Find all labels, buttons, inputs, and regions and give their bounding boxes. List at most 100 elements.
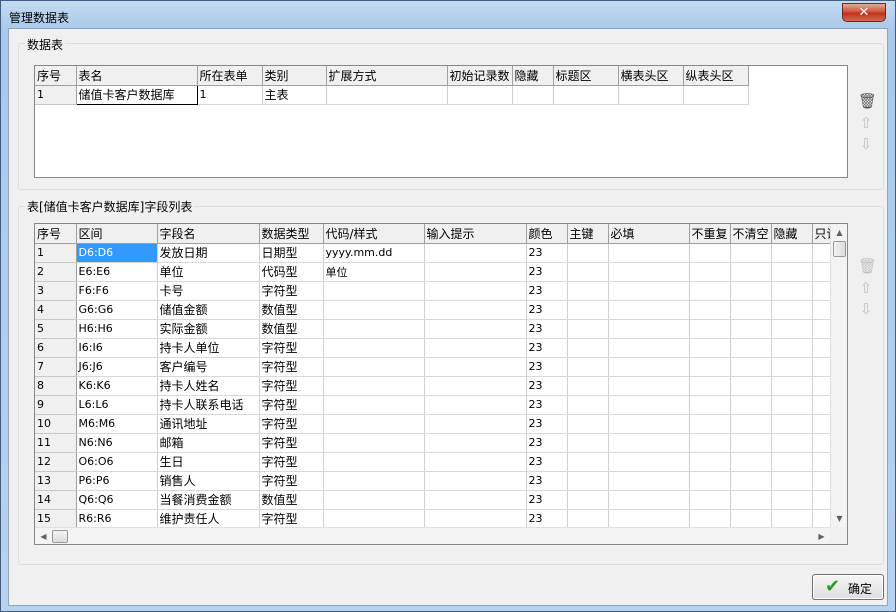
table-cell[interactable]: 23 (526, 319, 568, 339)
table-cell[interactable]: 持卡人联系电话 (157, 395, 260, 415)
table-cell[interactable] (424, 357, 527, 377)
table-cell[interactable]: 23 (526, 509, 568, 529)
table-cell[interactable]: 字符型 (259, 471, 324, 491)
table-cell[interactable]: 字符型 (259, 452, 324, 472)
column-header[interactable]: 必填 (608, 224, 690, 244)
table-cell[interactable] (730, 357, 772, 377)
table-cell[interactable] (512, 85, 554, 105)
trash-icon[interactable]: 🗑 (858, 258, 877, 274)
table-row[interactable]: 4 G6:G6 储值金额 数值型 23 (35, 300, 843, 320)
table-cell[interactable] (424, 243, 527, 263)
table-cell[interactable] (567, 376, 609, 396)
arrow-down-icon[interactable]: ⇩ (858, 301, 874, 317)
table-cell[interactable] (730, 319, 772, 339)
table-cell[interactable]: 23 (526, 471, 568, 491)
column-header[interactable]: 扩展方式 (326, 66, 448, 86)
table-cell[interactable] (567, 490, 609, 510)
table-cell[interactable] (608, 433, 690, 453)
table-cell[interactable] (608, 243, 690, 263)
column-header[interactable]: 数据类型 (259, 224, 324, 244)
table-cell[interactable]: M6:M6 (76, 414, 158, 434)
table-row[interactable]: 11 N6:N6 邮箱 字符型 23 (35, 433, 843, 453)
table-cell[interactable] (323, 281, 425, 301)
table-cell[interactable] (424, 300, 527, 320)
table-row[interactable]: 3 F6:F6 卡号 字符型 23 (35, 281, 843, 301)
table-cell[interactable]: J6:J6 (76, 357, 158, 377)
table-cell[interactable]: 发放日期 (157, 243, 260, 263)
table-cell[interactable]: 通讯地址 (157, 414, 260, 434)
table-cell[interactable] (323, 300, 425, 320)
table-cell[interactable] (323, 433, 425, 453)
table-cell[interactable] (771, 433, 813, 453)
table-cell[interactable]: O6:O6 (76, 452, 158, 472)
column-header[interactable]: 区间 (76, 224, 158, 244)
table-cell[interactable] (730, 490, 772, 510)
table-cell[interactable]: G6:G6 (76, 300, 158, 320)
table-cell[interactable] (689, 395, 731, 415)
fields-horizontal-scroll-thumb[interactable] (52, 530, 68, 543)
table-cell[interactable]: 客户编号 (157, 357, 260, 377)
table-cell[interactable] (771, 509, 813, 529)
table-cell[interactable] (771, 338, 813, 358)
table-cell[interactable]: 邮箱 (157, 433, 260, 453)
table-cell[interactable] (424, 509, 527, 529)
table-cell[interactable] (567, 300, 609, 320)
table-cell[interactable]: 持卡人姓名 (157, 376, 260, 396)
table-cell[interactable]: 数值型 (259, 319, 324, 339)
arrow-up-icon[interactable]: ⇧ (858, 280, 874, 296)
table-cell[interactable] (424, 319, 527, 339)
column-header[interactable]: 不重复 (689, 224, 731, 244)
table-cell[interactable] (567, 319, 609, 339)
table-row[interactable]: 5 H6:H6 实际金额 数值型 23 (35, 319, 843, 339)
table-cell[interactable] (730, 262, 772, 282)
table-cell[interactable] (326, 85, 448, 105)
table-cell[interactable] (689, 376, 731, 396)
table-cell[interactable] (323, 509, 425, 529)
fields-vertical-scroll-thumb[interactable] (833, 241, 846, 257)
table-row[interactable]: 1 储值卡客户数据库 1 主表 (35, 84, 749, 105)
column-header[interactable]: 纵表头区 (683, 66, 749, 86)
ok-button[interactable]: ✔ 确定 (812, 574, 884, 600)
table-cell[interactable] (689, 490, 731, 510)
table-cell[interactable] (608, 471, 690, 491)
table-cell[interactable]: H6:H6 (76, 319, 158, 339)
table-cell[interactable]: 销售人 (157, 471, 260, 491)
table-cell[interactable] (608, 509, 690, 529)
table-cell[interactable]: 23 (526, 338, 568, 358)
table-cell[interactable]: 单位 (323, 262, 425, 282)
table-cell[interactable] (567, 471, 609, 491)
table-cell[interactable] (618, 85, 684, 105)
table-cell[interactable]: 日期型 (259, 243, 324, 263)
arrow-up-icon[interactable]: ⇧ (858, 115, 874, 131)
table-cell[interactable]: 23 (526, 281, 568, 301)
table-cell[interactable] (730, 243, 772, 263)
table-cell[interactable] (689, 452, 731, 472)
table-cell[interactable] (323, 395, 425, 415)
table-cell[interactable] (771, 281, 813, 301)
column-header[interactable]: 初始记录数 (447, 66, 513, 86)
table-cell[interactable] (689, 433, 731, 453)
column-header[interactable]: 隐藏 (771, 224, 813, 244)
table-cell[interactable] (567, 414, 609, 434)
table-row[interactable]: 12 O6:O6 生日 字符型 23 (35, 452, 843, 472)
table-cell[interactable]: 储值卡客户数据库 (75, 84, 198, 105)
table-cell[interactable]: 23 (526, 243, 568, 263)
table-cell[interactable]: 23 (526, 490, 568, 510)
tables-grid[interactable]: 序号 表名 所在表单 类别 扩展方式 初始记录数 隐藏 标题区 横表头区 纵表头区 1 储值卡客户数… (34, 65, 848, 178)
table-cell[interactable] (323, 414, 425, 434)
table-cell[interactable] (771, 243, 813, 263)
table-cell[interactable] (730, 300, 772, 320)
table-cell[interactable]: Q6:Q6 (76, 490, 158, 510)
table-cell[interactable] (730, 452, 772, 472)
table-cell[interactable]: 代码型 (259, 262, 324, 282)
table-cell[interactable] (608, 338, 690, 358)
table-cell[interactable] (771, 357, 813, 377)
column-header[interactable]: 类别 (262, 66, 327, 86)
table-cell[interactable] (689, 414, 731, 434)
fields-horizontal-scrollbar[interactable]: ◀ ▶ (35, 527, 830, 544)
scroll-down-arrow-icon[interactable]: ▼ (831, 510, 847, 527)
column-header[interactable]: 代码/样式 (323, 224, 425, 244)
table-cell[interactable] (608, 414, 690, 434)
table-cell[interactable] (567, 338, 609, 358)
column-header[interactable]: 所在表单 (197, 66, 263, 86)
